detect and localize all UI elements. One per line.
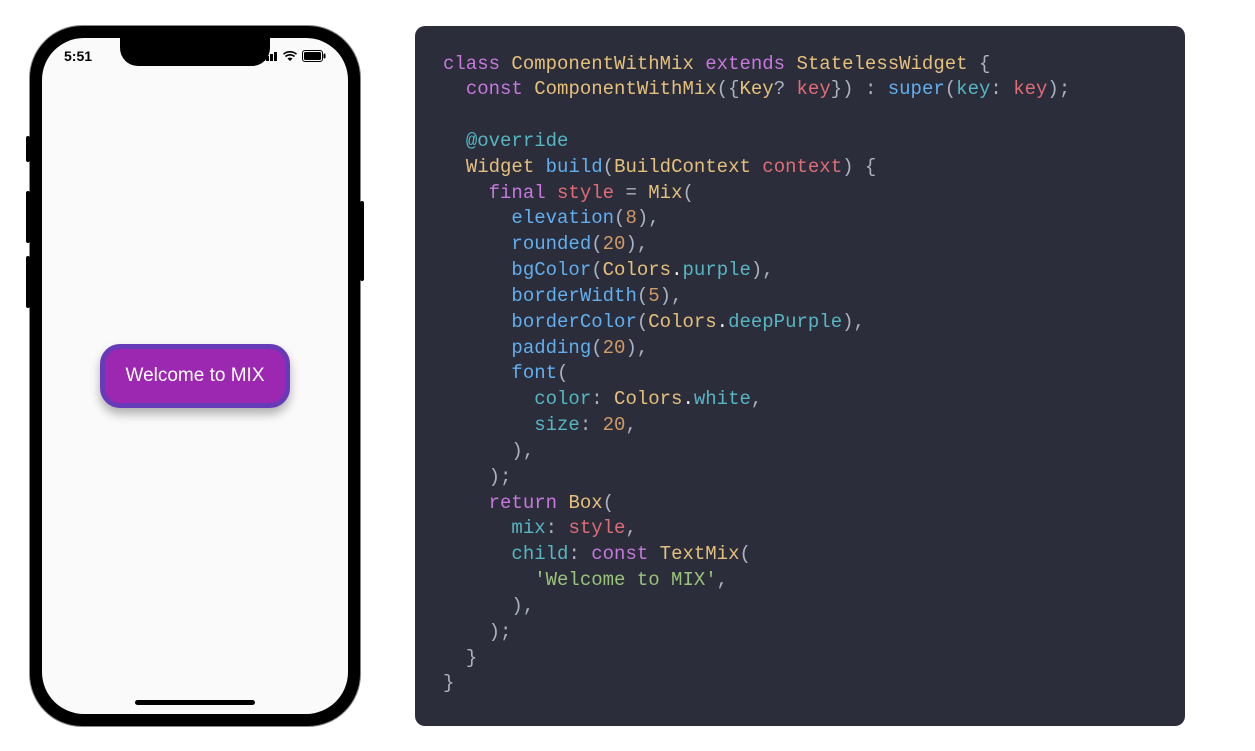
attr-padding: padding: [511, 337, 591, 359]
class-name: ComponentWithMix: [511, 53, 693, 75]
attr-font: font: [511, 362, 557, 384]
keyword-class: class: [443, 53, 500, 75]
mix-fn: Mix: [648, 182, 682, 204]
key-label: key: [956, 78, 990, 100]
keyword-const: const: [466, 78, 523, 100]
welcome-button-label: Welcome to MIX: [125, 365, 264, 386]
superclass: StatelessWidget: [797, 53, 968, 75]
keyword-return: return: [489, 492, 557, 514]
code-panel: class ComponentWithMix extends Stateless…: [415, 26, 1185, 726]
attr-bgcolor: bgColor: [511, 259, 591, 281]
phone-volume-up: [26, 191, 30, 243]
param-type: BuildContext: [614, 156, 751, 178]
build-method: build: [546, 156, 603, 178]
key-type: Key: [739, 78, 773, 100]
phone-power-button: [360, 201, 364, 281]
welcome-button[interactable]: Welcome to MIX: [100, 344, 289, 408]
style-var: style: [557, 182, 614, 204]
attr-borderwidth: borderWidth: [511, 285, 636, 307]
key-value: key: [1013, 78, 1047, 100]
app-content: Welcome to MIX: [42, 38, 348, 714]
phone-mute-switch: [26, 136, 30, 162]
constructor-name: ComponentWithMix: [534, 78, 716, 100]
phone-mockup: 5:51 Welcome to MIX: [30, 26, 360, 726]
param-name: context: [762, 156, 842, 178]
home-indicator: [135, 700, 255, 705]
phone-volume-down: [26, 256, 30, 308]
return-type: Widget: [466, 156, 534, 178]
attr-bordercolor: borderColor: [511, 311, 636, 333]
keyword-extends: extends: [705, 53, 785, 75]
textmix-string: 'Welcome to MIX': [534, 569, 716, 591]
box-fn: Box: [568, 492, 602, 514]
code-listing: class ComponentWithMix extends Stateless…: [443, 52, 1157, 698]
override-annotation: @override: [466, 130, 569, 152]
keyword-final: final: [489, 182, 546, 204]
phone-screen: 5:51 Welcome to MIX: [42, 38, 348, 714]
super-call: super: [888, 78, 945, 100]
attr-rounded: rounded: [511, 233, 591, 255]
textmix-fn: TextMix: [660, 543, 740, 565]
attr-elevation: elevation: [511, 207, 614, 229]
key-param: key: [797, 78, 831, 100]
layout-root: 5:51 Welcome to MIX class ComponentWithM…: [0, 0, 1255, 751]
